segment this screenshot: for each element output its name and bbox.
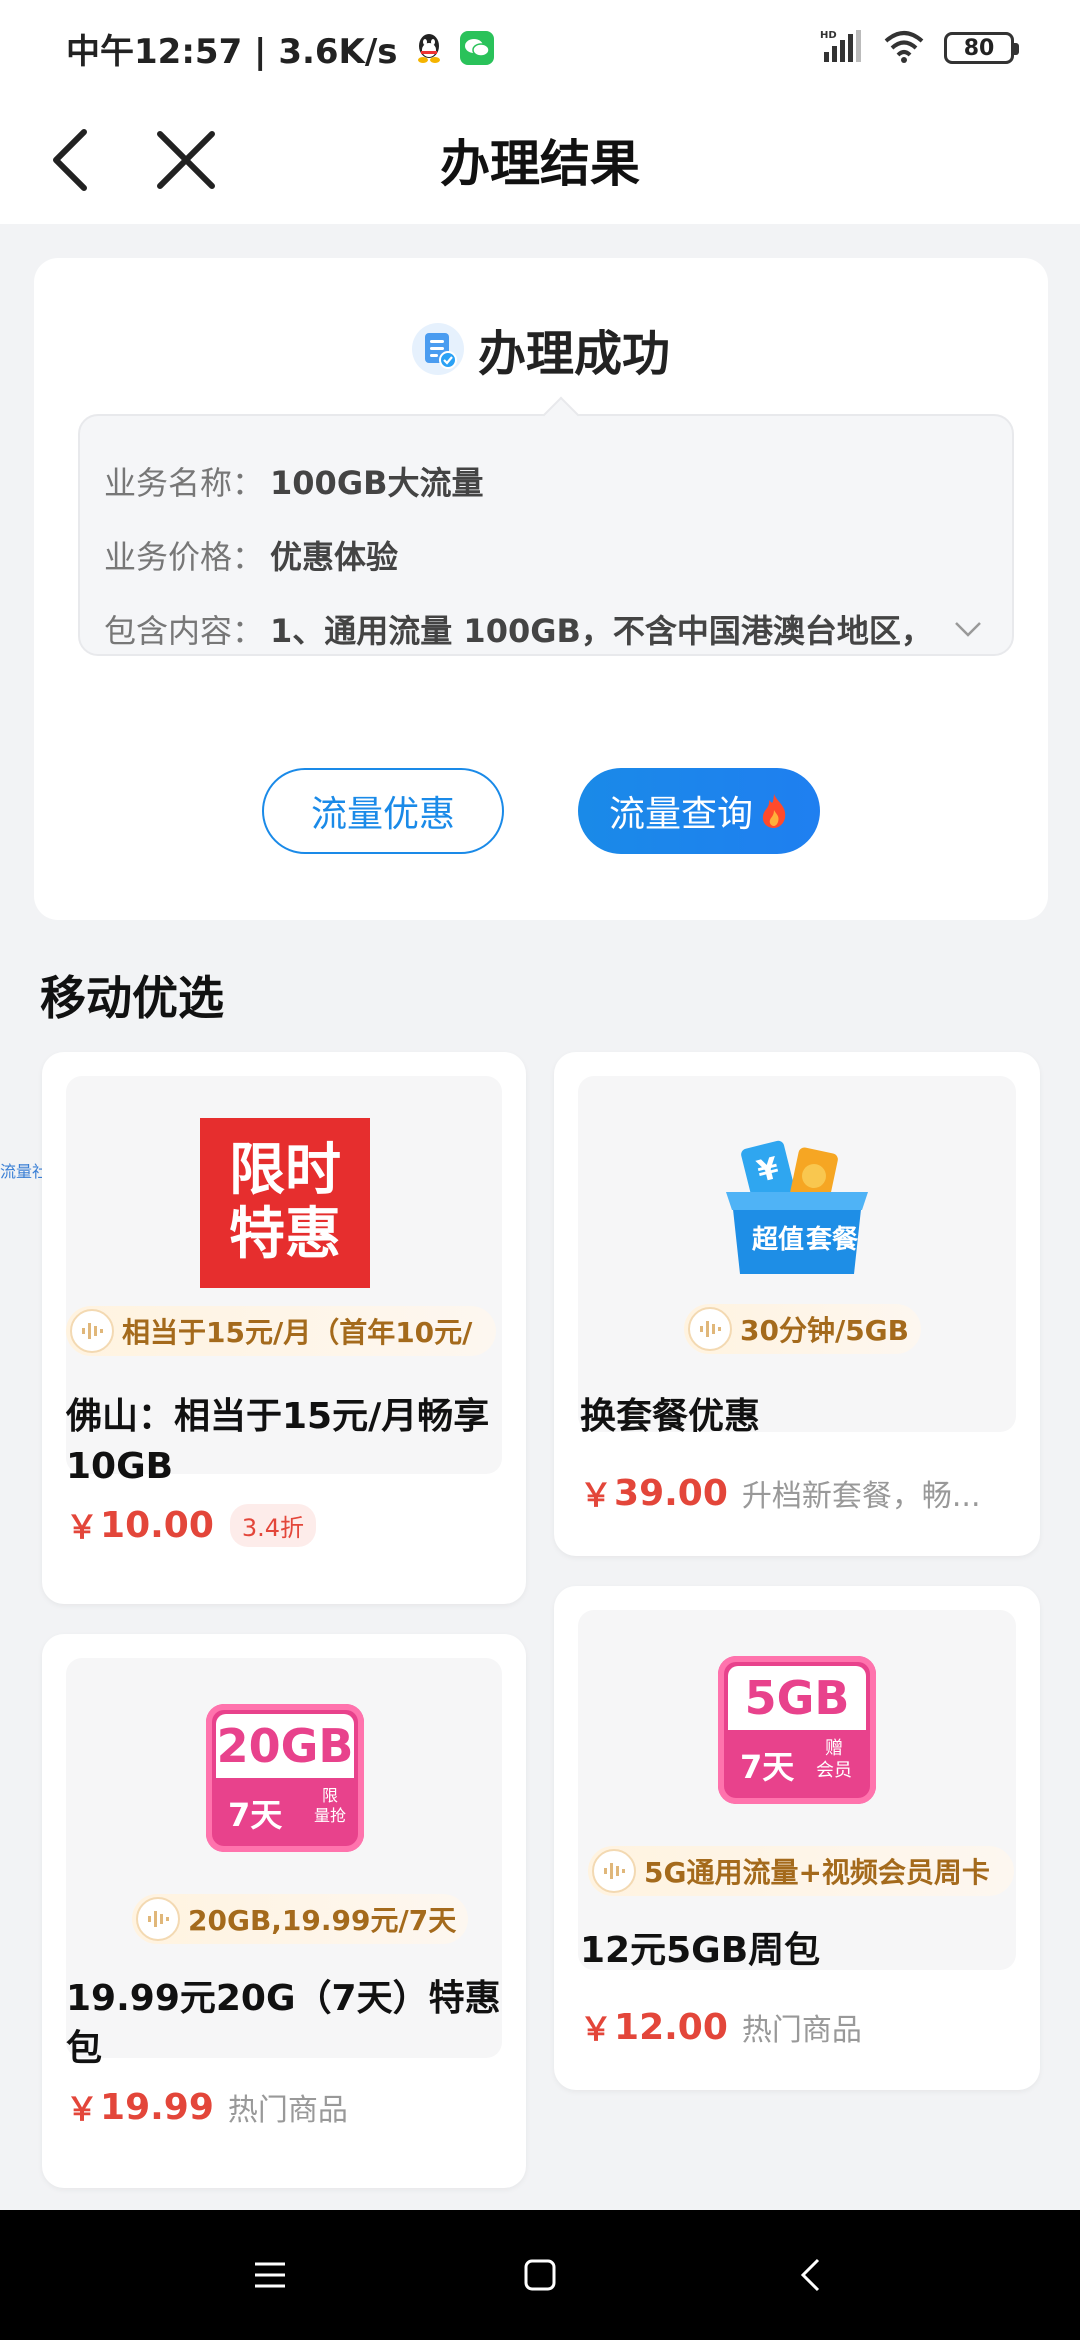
menu-icon	[255, 2262, 285, 2288]
result-card: 办理成功 业务名称： 100GB大流量 业务价格： 优惠体验 包含内容： 1、通…	[34, 258, 1048, 920]
traffic-query-label: 流量查询	[608, 794, 753, 835]
detail-row-content: 包含内容： 1、通用流量 100GB，不含中国港澳台地区，	[104, 592, 988, 666]
badge-line: 特惠	[229, 1202, 341, 1267]
product-price: ￥ 12.00 热门商品	[580, 2004, 862, 2050]
gift-box-icon: ¥ 超值 套餐	[726, 1140, 868, 1274]
detail-value: 优惠体验	[270, 538, 399, 576]
detail-value: 100GB大流量	[270, 464, 484, 502]
sound-wave-icon	[688, 1307, 732, 1351]
svg-text:HD: HD	[820, 30, 837, 41]
battery-icon: 80	[944, 32, 1019, 64]
detail-row-name: 业务名称： 100GB大流量	[104, 444, 988, 518]
product-card[interactable]: ¥ 超值 套餐 30分钟/5GB 换套餐优惠 ￥ 39.00 升档新套餐，畅..…	[554, 1052, 1040, 1556]
detail-row-price: 业务价格： 优惠体验	[104, 518, 988, 592]
badge-corner-line: 会员	[816, 1760, 852, 1781]
detail-label: 业务名称：	[104, 464, 265, 502]
close-icon	[157, 131, 215, 189]
product-price: ￥ 10.00 3.4折	[66, 1502, 317, 1548]
detail-label: 业务价格：	[104, 538, 265, 576]
price-value: 39.00	[614, 1472, 728, 1514]
currency-symbol: ￥	[580, 2010, 613, 2048]
product-name: 12元5GB周包	[580, 1930, 821, 1971]
back-button[interactable]	[30, 118, 110, 202]
badge-corner-line: 限	[322, 1786, 339, 1805]
signal-icon: HD	[820, 28, 864, 68]
svg-text:套餐: 套餐	[806, 1225, 859, 1255]
badge-corner-line: 量抢	[314, 1806, 347, 1825]
product-note: 升档新套餐，畅...	[741, 1479, 981, 1514]
price-value: 10.00	[100, 1504, 214, 1546]
home-square-icon	[524, 2259, 556, 2291]
product-price: ￥ 19.99 热门商品	[66, 2084, 348, 2130]
data-pack-badge: 20GB 7天 限 量抢	[206, 1704, 364, 1852]
chevron-down-icon	[955, 622, 981, 637]
status-time: 中午12:57 | 3.6K/s	[66, 31, 398, 72]
result-title: 办理成功	[477, 326, 670, 382]
status-bar: 中午12:57 | 3.6K/s HD 80	[0, 0, 1080, 96]
product-name: 19.99元20G（7天）特惠包	[66, 1978, 501, 2069]
menu-button[interactable]	[240, 2245, 300, 2305]
chevron-left-icon	[53, 129, 87, 191]
badge-amount: 5GB	[728, 1666, 866, 1730]
product-name: 佛山：相当于15元/月畅享10GB	[66, 1396, 490, 1487]
document-check-icon	[411, 323, 464, 375]
product-name: 换套餐优惠	[580, 1396, 761, 1437]
badge-days: 7天	[228, 1796, 283, 1834]
sound-wave-icon	[592, 1849, 636, 1893]
nav-bar: 办理结果	[0, 96, 1080, 224]
badge-amount: 20GB	[216, 1714, 354, 1778]
expand-button[interactable]	[948, 609, 988, 649]
discount-badge: 3.4折	[229, 1503, 317, 1547]
price-value: 19.99	[100, 2086, 214, 2128]
badge-corner: 限 量抢	[314, 1786, 346, 1826]
product-tag: 20GB,19.99元/7天	[132, 1894, 469, 1944]
currency-symbol: ￥	[66, 1508, 99, 1546]
badge-days: 7天	[740, 1748, 795, 1786]
product-price: ￥ 39.00 升档新套餐，畅...	[580, 1470, 1020, 1516]
product-tag: 30分钟/5GB	[684, 1304, 921, 1354]
chevron-left-icon	[800, 2258, 820, 2292]
product-card[interactable]: 20GB 7天 限 量抢 20GB,19.99元/7天 19.99元20G（7天…	[42, 1634, 526, 2188]
product-note: 热门商品	[227, 2093, 348, 2128]
traffic-offers-button[interactable]: 流量优惠	[262, 768, 504, 854]
product-note: 热门商品	[741, 2013, 862, 2048]
product-tag-text: 相当于15元/月（首年10元/	[122, 1316, 473, 1349]
wifi-icon	[882, 29, 926, 67]
fire-icon	[762, 794, 786, 828]
limited-offer-badge: 限时 特惠	[200, 1118, 370, 1288]
product-image-area: 5GB 7天 赠 会员 5G通用流量+视频会员周卡	[578, 1610, 1016, 1970]
sound-wave-icon	[70, 1309, 114, 1353]
section-title: 移动优选	[40, 971, 224, 1025]
qq-icon	[412, 31, 446, 65]
svg-text:超值: 超值	[752, 1225, 804, 1255]
product-tag-text: 30分钟/5GB	[740, 1314, 909, 1347]
action-buttons: 流量优惠 流量查询	[34, 768, 1048, 854]
wechat-icon	[459, 31, 494, 65]
system-nav-bar	[0, 2210, 1080, 2340]
badge-corner-line: 赠	[825, 1738, 843, 1759]
badge-corner: 赠 会员	[816, 1738, 852, 1782]
product-tag: 相当于15元/月（首年10元/	[66, 1306, 496, 1356]
currency-symbol: ￥	[580, 1476, 613, 1514]
product-tag: 5G通用流量+视频会员周卡	[588, 1846, 1014, 1896]
traffic-query-button[interactable]: 流量查询	[578, 768, 820, 854]
result-header: 办理成功	[34, 314, 1048, 384]
product-image-area: ¥ 超值 套餐 30分钟/5GB	[578, 1076, 1016, 1432]
currency-symbol: ￥	[66, 2090, 99, 2128]
product-tag-text: 20GB,19.99元/7天	[188, 1904, 457, 1937]
battery-level: 80	[963, 35, 995, 61]
sound-wave-icon	[136, 1897, 180, 1941]
detail-label: 包含内容：	[104, 612, 265, 650]
system-back-button[interactable]	[780, 2245, 840, 2305]
badge-line: 限时	[229, 1138, 341, 1203]
detail-box: 业务名称： 100GB大流量 业务价格： 优惠体验 包含内容： 1、通用流量 1…	[78, 414, 1014, 656]
close-button[interactable]	[144, 118, 228, 202]
product-card[interactable]: 限时 特惠 相当于15元/月（首年10元/ 佛山：相当于15元/月畅享10GB …	[42, 1052, 526, 1604]
home-button[interactable]	[510, 2245, 570, 2305]
price-value: 12.00	[614, 2006, 728, 2048]
detail-value: 1、通用流量 100GB，不含中国港澳台地区，	[270, 612, 933, 650]
data-pack-badge: 5GB 7天 赠 会员	[718, 1656, 876, 1804]
product-tag-text: 5G通用流量+视频会员周卡	[644, 1856, 990, 1889]
product-card[interactable]: 5GB 7天 赠 会员 5G通用流量+视频会员周卡 12元5GB周包 ￥ 12.…	[554, 1586, 1040, 2090]
